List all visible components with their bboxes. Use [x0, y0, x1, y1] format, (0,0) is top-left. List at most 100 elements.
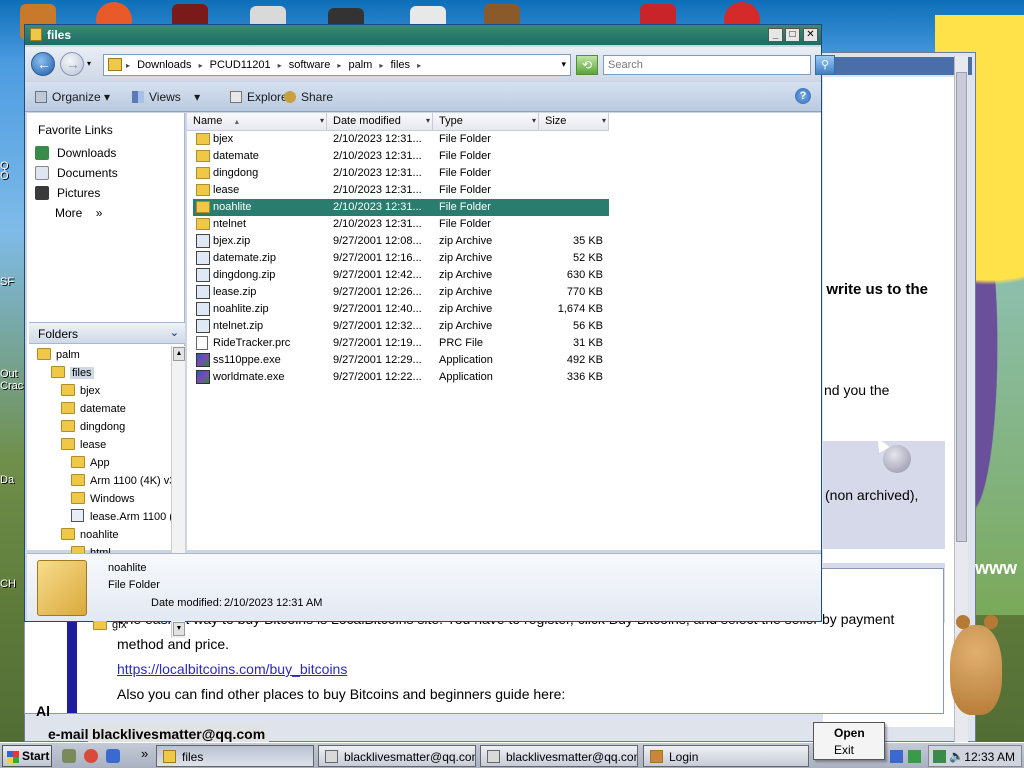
refresh-button[interactable]: ⟲	[576, 55, 598, 75]
tree-item-app[interactable]: App	[71, 455, 110, 471]
organize-button[interactable]: Organize ▾	[35, 90, 110, 104]
localbitcoins-link[interactable]: https://localbitcoins.com/buy_bitcoins	[117, 661, 347, 677]
search-input[interactable]: Search	[603, 55, 811, 75]
breadcrumb-item[interactable]: palm	[348, 59, 372, 71]
file-row[interactable]: lease 2/10/2023 12:31... File Folder	[193, 182, 609, 199]
navigation-pane: Favorite Links Downloads Documents Pictu…	[27, 113, 185, 638]
file-row[interactable]: datemate.zip 9/27/2001 12:16... zip Archiv…	[193, 250, 609, 267]
file-row[interactable]: dingdong.zip 9/27/2001 12:42... zip Archiv…	[193, 267, 609, 284]
task-button-files[interactable]: files	[156, 745, 314, 767]
address-dropdown-icon[interactable]: ▾	[561, 59, 566, 70]
file-row[interactable]: ntelnet 2/10/2023 12:31... File Folder	[193, 216, 609, 233]
search-button[interactable]: ⚲	[815, 55, 835, 75]
breadcrumb-separator-icon[interactable]: ▸	[337, 61, 341, 70]
column-header-date[interactable]: Date modified ▾	[327, 113, 433, 131]
file-row[interactable]: bjex.zip 9/27/2001 12:08... zip Archive 35 …	[193, 233, 609, 250]
file-type: File Folder	[439, 167, 491, 179]
file-type: zip Archive	[439, 269, 493, 281]
breadcrumb-separator-icon[interactable]: ▸	[278, 61, 282, 70]
tree-item-files[interactable]: files	[51, 365, 94, 381]
column-header-size[interactable]: Size ▾	[539, 113, 609, 131]
file-row[interactable]: noahlite 2/10/2023 12:31... File Folder	[193, 199, 609, 216]
close-button[interactable]: ✕	[803, 28, 818, 42]
favorite-downloads[interactable]: Downloads	[35, 146, 116, 160]
tree-item-label: noahlite	[80, 529, 119, 541]
folder-icon	[196, 167, 210, 179]
clock[interactable]: 12:33 AM	[964, 750, 1015, 764]
title-bar[interactable]: files _ □ ✕	[25, 25, 821, 45]
breadcrumb-separator-icon[interactable]: ▸	[379, 61, 383, 70]
background-scrollbar-thumb[interactable]	[956, 72, 967, 542]
tree-item-palm[interactable]: palm	[37, 347, 80, 363]
background-text: (non archived),	[825, 487, 919, 503]
favorite-pictures[interactable]: Pictures	[35, 186, 100, 200]
quicklaunch-app-icon[interactable]	[106, 749, 120, 763]
share-button[interactable]: Share	[284, 90, 333, 104]
file-row[interactable]: worldmate.exe 9/27/2001 12:22... Applicati…	[193, 369, 609, 386]
breadcrumb-separator-icon[interactable]: ▸	[199, 61, 203, 70]
views-button[interactable]: Views ▾	[132, 90, 200, 104]
tray-extra-icon[interactable]	[890, 750, 903, 763]
forward-button[interactable]: →	[60, 52, 84, 76]
breadcrumb-item[interactable]: Downloads	[137, 59, 191, 71]
file-name: worldmate.exe	[213, 371, 285, 383]
breadcrumb-item[interactable]: files	[390, 59, 410, 71]
column-filter-icon[interactable]: ▾	[320, 116, 324, 125]
back-button[interactable]: ←	[31, 52, 55, 76]
file-name: ss110ppe.exe	[213, 354, 281, 366]
volume-icon[interactable]: 🔈	[949, 749, 964, 763]
file-date: 2/10/2023 12:31...	[333, 201, 422, 213]
column-filter-icon[interactable]: ▾	[532, 116, 536, 125]
column-header-name[interactable]: Name ▲ ▾	[187, 113, 327, 131]
quicklaunch-more-icon[interactable]: »	[141, 746, 148, 761]
task-button-login[interactable]: Login	[643, 745, 809, 767]
task-button-email-1[interactable]: blacklivesmatter@qq.com	[318, 745, 476, 767]
file-date: 9/27/2001 12:40...	[333, 303, 422, 315]
column-header-type[interactable]: Type ▾	[433, 113, 539, 131]
column-filter-icon[interactable]: ▾	[602, 116, 606, 125]
tree-item-lease[interactable]: lease	[61, 437, 106, 453]
quicklaunch-browser-icon[interactable]	[84, 749, 98, 763]
quicklaunch-folder-icon[interactable]	[62, 749, 76, 763]
address-bar[interactable]: ▸ Downloads ▸ PCUD11201 ▸ software ▸ pal…	[103, 54, 571, 76]
tree-item-lease-arm[interactable]: lease.Arm 1100 (4	[71, 509, 173, 525]
file-name: dingdong	[213, 167, 259, 179]
folder-icon	[71, 474, 85, 486]
tree-item-windows[interactable]: Windows	[71, 491, 135, 507]
file-row[interactable]: lease.zip 9/27/2001 12:26... zip Archive 77…	[193, 284, 609, 301]
start-button[interactable]: Start	[2, 745, 52, 767]
folders-header[interactable]: Folders ⌄	[29, 322, 185, 344]
tree-item-datemate[interactable]: datemate	[61, 401, 126, 417]
breadcrumb-item[interactable]: PCUD11201	[210, 59, 271, 71]
tray-extra-icon-2[interactable]	[908, 750, 921, 763]
tree-item-noahlite[interactable]: noahlite	[61, 527, 119, 543]
scroll-down-icon[interactable]: ▼	[173, 622, 185, 636]
menu-item-exit[interactable]: Exit	[814, 743, 884, 757]
explore-button[interactable]: Explore	[230, 90, 288, 104]
file-row[interactable]: ntelnet.zip 9/27/2001 12:32... zip Archive…	[193, 318, 609, 335]
minimize-button[interactable]: _	[768, 28, 783, 42]
file-row[interactable]: dingdong 2/10/2023 12:31... File Folder	[193, 165, 609, 182]
file-row[interactable]: noahlite.zip 9/27/2001 12:40... zip Archiv…	[193, 301, 609, 318]
file-row[interactable]: ss110ppe.exe 9/27/2001 12:29... Applicatio…	[193, 352, 609, 369]
tree-item-dingdong[interactable]: dingdong	[61, 419, 125, 435]
sort-ascending-icon: ▲	[233, 119, 241, 126]
tree-item-arm1100[interactable]: Arm 1100 (4K) v3	[71, 473, 173, 489]
history-dropdown-icon[interactable]: ▾	[87, 59, 91, 68]
file-name: bjex.zip	[213, 235, 251, 247]
file-row[interactable]: RideTracker.prc 9/27/2001 12:19... PRC Fil…	[193, 335, 609, 352]
file-row[interactable]: datemate 2/10/2023 12:31... File Folder	[193, 148, 609, 165]
breadcrumb-separator-icon[interactable]: ▸	[417, 61, 421, 70]
scroll-up-icon[interactable]: ▲	[173, 347, 185, 361]
help-button[interactable]: ?	[795, 88, 811, 104]
task-button-email-2[interactable]: blacklivesmatter@qq.com	[480, 745, 638, 767]
maximize-button[interactable]: □	[785, 28, 800, 42]
favorite-more[interactable]: More »	[55, 206, 102, 220]
menu-item-open[interactable]: Open	[814, 726, 884, 740]
file-row[interactable]: bjex 2/10/2023 12:31... File Folder	[193, 131, 609, 148]
network-icon[interactable]	[933, 750, 946, 763]
tree-item-bjex[interactable]: bjex	[61, 383, 100, 399]
favorite-documents[interactable]: Documents	[35, 166, 118, 180]
breadcrumb-item[interactable]: software	[289, 59, 331, 71]
column-filter-icon[interactable]: ▾	[426, 116, 430, 125]
